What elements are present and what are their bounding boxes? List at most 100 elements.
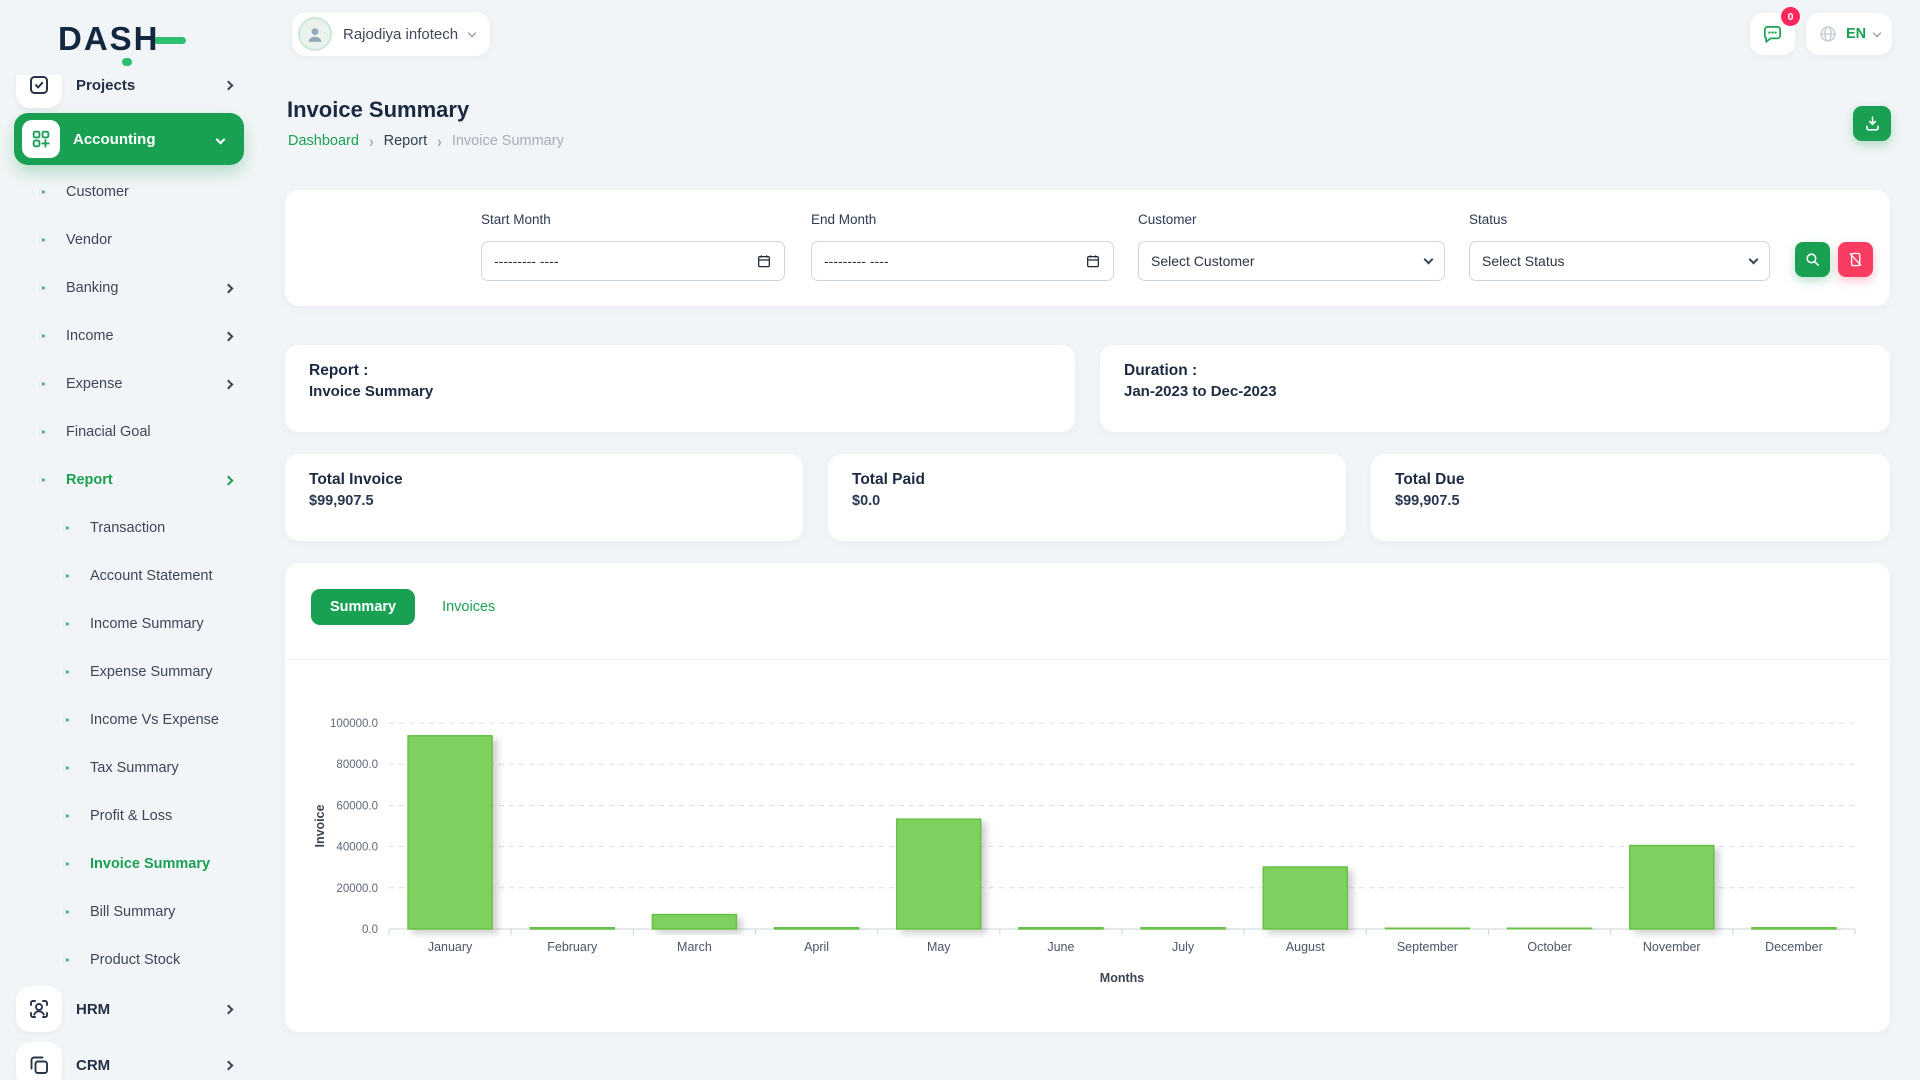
chevron-right-icon: [224, 80, 234, 90]
svg-text:80000.0: 80000.0: [336, 759, 378, 771]
sidebar-item-transaction[interactable]: Transaction: [0, 504, 258, 552]
svg-text:Invoice: Invoice: [313, 804, 327, 847]
status-select[interactable]: Select Status: [1469, 241, 1770, 281]
sidebar-item-expense[interactable]: Expense: [0, 360, 258, 408]
sidebar-item-profit-loss[interactable]: Profit & Loss: [0, 792, 258, 840]
company-selector[interactable]: Rajodiya infotech: [292, 12, 490, 56]
sidebar-item-vendor[interactable]: Vendor: [0, 216, 258, 264]
sidebar-item-accounting[interactable]: Accounting: [14, 113, 244, 165]
sidebar-item-expense-summary[interactable]: Expense Summary: [0, 648, 258, 696]
sidebar-item-hrm[interactable]: HRM: [0, 985, 258, 1033]
status-select-value: Select Status: [1482, 253, 1565, 269]
sidebar-item-label: HRM: [76, 1001, 211, 1018]
bullet-icon: [39, 187, 49, 197]
report-label: Report :: [309, 362, 1051, 380]
tasks-icon: [27, 75, 51, 97]
sidebar: DASH Projects Accounting Customer Vendor Ban…: [0, 0, 258, 1080]
svg-text:October: October: [1527, 940, 1571, 954]
bullet-icon: [63, 763, 73, 773]
sidebar-item-invoice-summary[interactable]: Invoice Summary: [0, 840, 258, 888]
bullet-icon: [63, 811, 73, 821]
chevron-down-icon: [468, 28, 476, 36]
reset-filter-button[interactable]: [1838, 242, 1873, 277]
svg-text:May: May: [927, 940, 951, 954]
notifications-button[interactable]: 0: [1750, 13, 1795, 55]
chat-icon: [1761, 23, 1784, 46]
grid-plus-icon: [30, 128, 52, 150]
total-paid-value: $0.0: [852, 493, 1322, 509]
sidebar-item-label: Bill Summary: [90, 904, 232, 920]
sidebar-item-crm[interactable]: CRM: [0, 1041, 258, 1080]
sidebar-item-label: Finacial Goal: [66, 424, 232, 440]
chevron-down-icon: [1873, 28, 1881, 36]
sidebar-item-tax-summary[interactable]: Tax Summary: [0, 744, 258, 792]
sidebar-item-finacial-goal[interactable]: Finacial Goal: [0, 408, 258, 456]
avatar: [298, 17, 332, 51]
duration-info-card: Duration : Jan-2023 to Dec-2023: [1100, 345, 1890, 432]
bullet-icon: [39, 475, 49, 485]
svg-text:August: August: [1286, 940, 1325, 954]
customer-select-value: Select Customer: [1151, 253, 1254, 269]
chevron-right-icon: ›: [437, 131, 442, 150]
svg-text:Months: Months: [1100, 971, 1144, 985]
sidebar-item-projects[interactable]: Projects: [0, 75, 258, 109]
svg-text:April: April: [804, 940, 829, 954]
sidebar-item-product-stock[interactable]: Product Stock: [0, 936, 258, 984]
bullet-icon: [63, 523, 73, 533]
sidebar-item-label: Customer: [66, 184, 232, 200]
invoice-bar-chart: 0.020000.040000.060000.080000.0100000.0J…: [310, 698, 1870, 1010]
sidebar-item-banking[interactable]: Banking: [0, 264, 258, 312]
clear-filter-icon: [1847, 251, 1864, 268]
sidebar-nav: Projects Accounting Customer Vendor Banking I…: [0, 75, 258, 1080]
chevron-right-icon: [224, 1060, 234, 1070]
logo-dot-icon: [122, 58, 132, 66]
app-screen: DASH Projects Accounting Customer Vendor Ban…: [0, 0, 1920, 1080]
page-title: Invoice Summary: [287, 97, 469, 123]
report-info-card: Report : Invoice Summary: [285, 345, 1075, 432]
user-icon: [304, 23, 326, 45]
svg-text:November: November: [1643, 940, 1701, 954]
sidebar-item-report[interactable]: Report: [0, 456, 258, 504]
breadcrumb-dashboard[interactable]: Dashboard: [288, 133, 359, 149]
total-invoice-value: $99,907.5: [309, 493, 779, 509]
svg-text:September: September: [1397, 940, 1458, 954]
chevron-right-icon: ›: [369, 131, 374, 150]
svg-text:January: January: [428, 940, 473, 954]
chevron-down-icon: [216, 134, 226, 144]
apply-filter-button[interactable]: [1795, 242, 1830, 277]
calendar-icon: [1085, 253, 1101, 269]
sidebar-item-bill-summary[interactable]: Bill Summary: [0, 888, 258, 936]
sidebar-item-customer[interactable]: Customer: [0, 168, 258, 216]
export-download-button[interactable]: [1853, 106, 1891, 141]
sidebar-item-income[interactable]: Income: [0, 312, 258, 360]
chevron-down-icon: [1749, 255, 1759, 265]
svg-text:June: June: [1047, 940, 1074, 954]
report-value: Invoice Summary: [309, 383, 1051, 400]
start-month-input[interactable]: --------- ----: [481, 241, 785, 281]
sidebar-item-income-summary[interactable]: Income Summary: [0, 600, 258, 648]
total-due-card: Total Due $99,907.5: [1371, 454, 1890, 541]
sidebar-item-label: CRM: [76, 1057, 211, 1074]
sidebar-item-account-statement[interactable]: Account Statement: [0, 552, 258, 600]
language-selector[interactable]: EN: [1806, 13, 1892, 55]
customer-select[interactable]: Select Customer: [1138, 241, 1445, 281]
sidebar-item-label: Accounting: [73, 131, 204, 148]
people-icon: [16, 986, 62, 1032]
sidebar-item-label: Vendor: [66, 232, 232, 248]
start-month-label: Start Month: [481, 212, 551, 227]
bullet-icon: [39, 331, 49, 341]
svg-text:July: July: [1172, 940, 1195, 954]
tab-invoices[interactable]: Invoices: [442, 599, 495, 615]
tab-summary[interactable]: Summary: [311, 589, 415, 625]
sidebar-item-label: Profit & Loss: [90, 808, 232, 824]
bullet-icon: [63, 667, 73, 677]
breadcrumb-report[interactable]: Report: [384, 133, 428, 149]
brand-logo[interactable]: DASH: [58, 22, 186, 56]
calendar-icon: [756, 253, 772, 269]
sidebar-item-income-vs-expense[interactable]: Income Vs Expense: [0, 696, 258, 744]
sidebar-item-label: Income: [66, 328, 208, 344]
chevron-down-icon: [1424, 255, 1434, 265]
duration-label: Duration :: [1124, 362, 1866, 380]
end-month-input[interactable]: --------- ----: [811, 241, 1114, 281]
bullet-icon: [63, 955, 73, 965]
